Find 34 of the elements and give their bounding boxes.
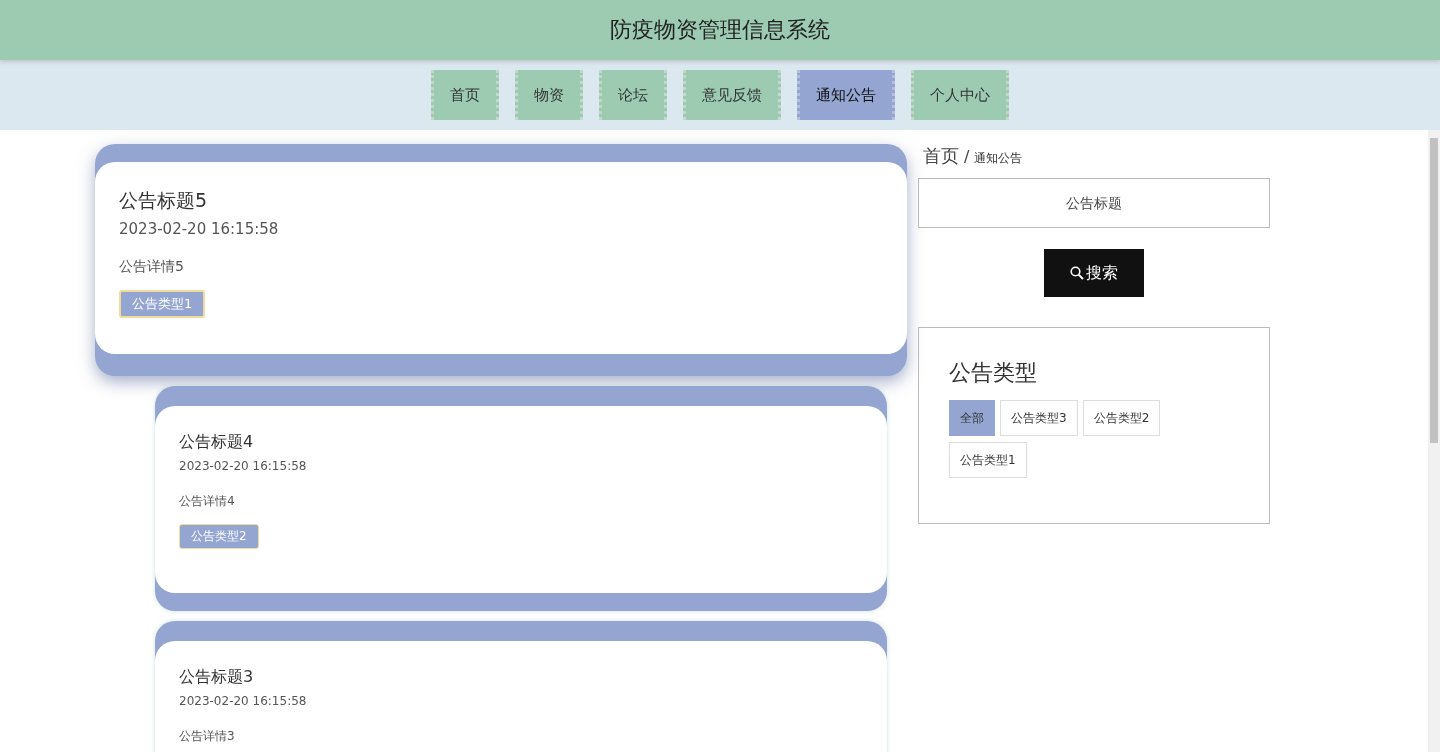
type-filter-button[interactable]: 公告类型2 — [1082, 400, 1161, 436]
search-button[interactable]: 搜索 — [1044, 249, 1144, 297]
site-title: 防疫物资管理信息系统 — [610, 16, 830, 44]
nav-tab[interactable]: 通知公告 — [797, 70, 895, 120]
search-field[interactable]: 公告标题 — [918, 178, 1270, 228]
nav-tab[interactable]: 意见反馈 — [683, 70, 781, 120]
breadcrumb-current: 通知公告 — [974, 150, 1023, 167]
notice-card[interactable]: 公告标题4 2023-02-20 16:15:58 公告详情4 公告类型2 — [155, 386, 887, 611]
notice-detail: 公告详情3 — [179, 728, 235, 745]
type-filter-button[interactable]: 公告类型1 — [949, 442, 1027, 478]
notice-detail: 公告详情5 — [119, 258, 184, 276]
nav-tab[interactable]: 物资 — [515, 70, 583, 120]
notice-detail: 公告详情4 — [179, 493, 235, 510]
search-icon — [1070, 266, 1084, 280]
nav-tab[interactable]: 个人中心 — [911, 70, 1009, 120]
notice-time: 2023-02-20 16:15:58 — [119, 220, 279, 238]
type-filter-button[interactable]: 公告类型3 — [1000, 400, 1078, 436]
notice-title: 公告标题5 — [119, 188, 208, 213]
nav-tab[interactable]: 首页 — [431, 70, 499, 120]
type-filter-button[interactable]: 全部 — [949, 400, 995, 436]
notice-type-tag: 公告类型1 — [119, 290, 206, 318]
breadcrumb-separator: / — [964, 147, 970, 166]
notice-time: 2023-02-20 16:15:58 — [179, 459, 307, 473]
notice-title: 公告标题4 — [179, 432, 254, 453]
notice-type-tag: 公告类型2 — [179, 524, 259, 549]
notice-title: 公告标题3 — [179, 667, 254, 688]
panel-title: 公告类型 — [949, 359, 1038, 387]
notice-time: 2023-02-20 16:15:58 — [179, 694, 307, 708]
notice-card[interactable]: 公告标题5 2023-02-20 16:15:58 公告详情5 公告类型1 — [95, 144, 907, 376]
nav-tab[interactable]: 论坛 — [599, 70, 667, 120]
notice-card[interactable]: 公告标题3 2023-02-20 16:15:58 公告详情3 — [155, 621, 887, 752]
scrollbar[interactable] — [1428, 130, 1440, 752]
breadcrumb-link[interactable]: 首页 — [923, 144, 959, 168]
scrollbar-thumb[interactable] — [1430, 138, 1438, 443]
